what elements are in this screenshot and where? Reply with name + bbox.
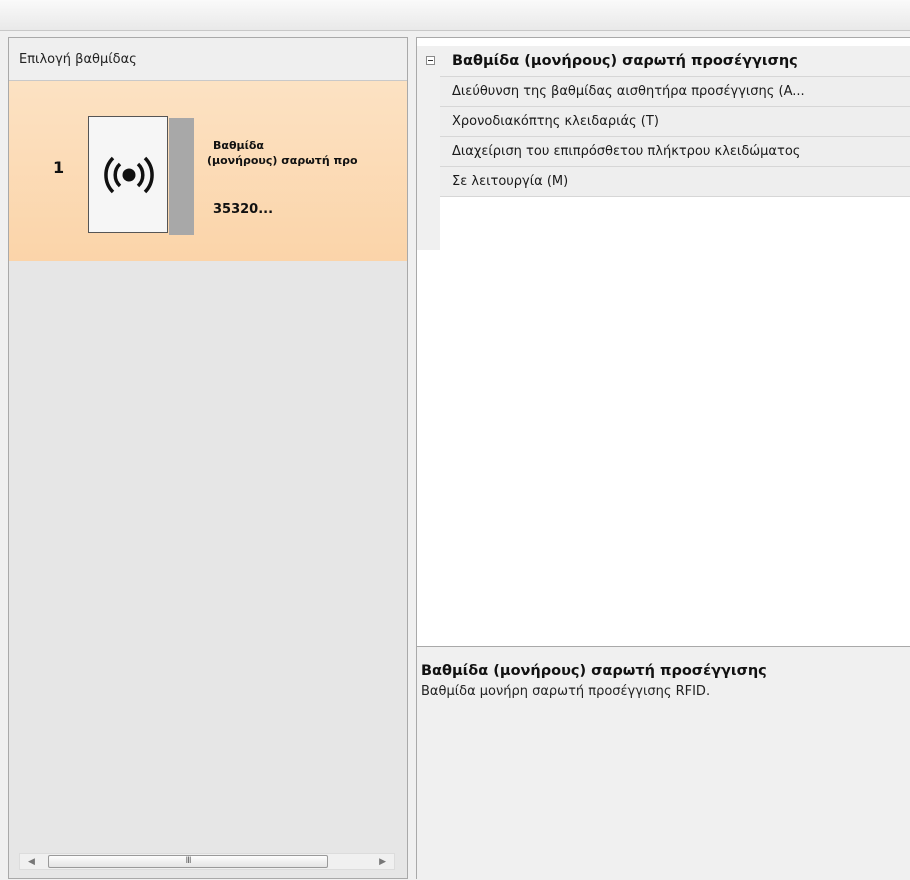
module-name-line1: Βαθμίδα xyxy=(213,139,264,152)
module-name: Βαθμίδα (μονήρους) σαρωτή προ xyxy=(207,138,407,168)
device-thumbnail xyxy=(88,116,168,233)
category-label: Βαθμίδα (μονήρους) σαρωτή προσέγγισης xyxy=(452,53,798,69)
module-list-item[interactable]: 1 Βαθμίδα (μονήρους) σαρωτή προ 35320... xyxy=(9,81,407,261)
scroll-left-icon[interactable]: ◀ xyxy=(28,856,35,868)
description-panel: Βαθμίδα (μονήρους) σαρωτή προσέγγισης Βα… xyxy=(417,646,910,880)
property-gutter xyxy=(417,76,440,250)
property-row-lock-timer[interactable]: Χρονοδιακόπτης κλειδαριάς (T) xyxy=(440,106,910,136)
module-code: 35320... xyxy=(213,202,274,217)
module-number: 1 xyxy=(53,158,65,177)
property-category[interactable]: Βαθμίδα (μονήρους) σαρωτή προσέγγισης xyxy=(417,46,910,76)
device-shadow xyxy=(169,118,194,235)
rfid-signal-icon xyxy=(104,156,154,194)
description-title: Βαθμίδα (μονήρους) σαρωτή προσέγγισης xyxy=(421,663,767,679)
horizontal-scrollbar[interactable]: ◀ III ▶ xyxy=(19,853,395,870)
description-text: Βαθμίδα μονήρη σαρωτή προσέγγισης RFID. xyxy=(421,684,711,699)
property-row-mode[interactable]: Σε λειτουργία (M) xyxy=(440,166,910,197)
module-name-line2: (μονήρους) σαρωτή προ xyxy=(207,154,358,167)
property-row-extra-lock-key[interactable]: Διαχείριση του επιπρόσθετου πλήκτρου κλε… xyxy=(440,136,910,166)
collapse-icon[interactable] xyxy=(426,56,435,65)
module-selection-panel: Επιλογή βαθμίδας 1 Βαθμίδα (μονήρους) σα… xyxy=(8,37,408,879)
scrollbar-thumb[interactable]: III xyxy=(48,855,328,868)
scroll-right-icon[interactable]: ▶ xyxy=(379,856,386,868)
top-toolbar xyxy=(0,0,910,31)
property-grid-panel: Βαθμίδα (μονήρους) σαρωτή προσέγγισης Δι… xyxy=(416,37,910,880)
module-selection-header: Επιλογή βαθμίδας xyxy=(9,38,407,81)
property-row-address[interactable]: Διεύθυνση της βαθμίδας αισθητήρα προσέγγ… xyxy=(440,76,910,106)
